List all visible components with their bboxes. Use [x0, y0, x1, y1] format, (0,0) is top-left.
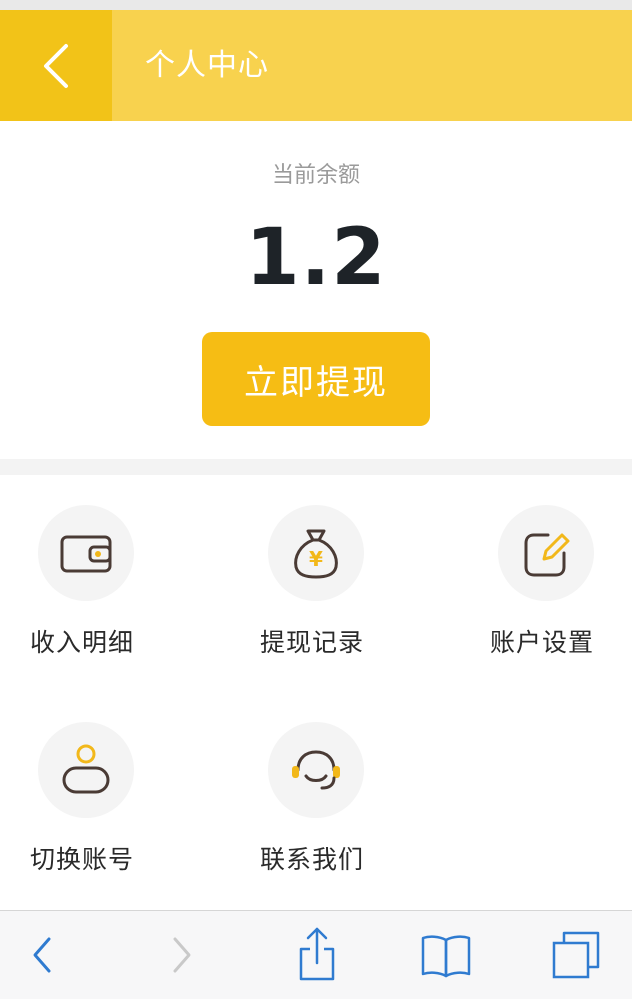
menu-label: 联系我们: [260, 845, 365, 874]
menu-label: 账户设置: [490, 628, 595, 657]
headset-icon: [292, 750, 340, 790]
browser-share-button[interactable]: [292, 911, 342, 999]
menu-label: 收入明细: [30, 628, 135, 657]
back-icon: [33, 937, 51, 973]
section-divider: [0, 459, 632, 475]
tabs-icon: [552, 931, 600, 979]
balance-value: 1.2: [245, 213, 387, 303]
icon-circle: [38, 505, 134, 601]
share-icon: [299, 927, 335, 981]
balance-label: 当前余额: [271, 163, 360, 188]
menu-item-withdraw-records[interactable]: ¥ 提现记录: [220, 505, 420, 665]
header-bar: 个人中心: [0, 10, 632, 121]
page-title: 个人中心: [145, 48, 269, 83]
browser-tabs-button[interactable]: [548, 911, 604, 999]
bookmarks-icon: [421, 935, 471, 978]
money-bag-icon: ¥: [294, 529, 338, 579]
icon-circle: [498, 505, 594, 601]
edit-icon: [524, 533, 570, 577]
forward-icon: [173, 937, 191, 973]
wallet-icon: [60, 535, 112, 573]
balance-card: 当前余额 1.2 立即提现: [0, 121, 632, 459]
browser-back-button[interactable]: [22, 911, 62, 999]
icon-circle: [38, 722, 134, 818]
withdraw-button[interactable]: 立即提现: [202, 332, 430, 426]
user-icon: [62, 744, 110, 794]
chevron-left-icon: [44, 43, 68, 88]
menu-item-account-settings[interactable]: 账户设置: [450, 505, 632, 665]
svg-text:¥: ¥: [309, 547, 323, 571]
browser-forward-button[interactable]: [162, 911, 202, 999]
icon-circle: ¥: [268, 505, 364, 601]
menu-label: 切换账号: [30, 845, 135, 874]
browser-toolbar: [0, 910, 632, 999]
back-button[interactable]: [0, 10, 112, 121]
menu-item-switch-account[interactable]: 切换账号: [0, 722, 200, 882]
menu-label: 提现记录: [260, 628, 365, 657]
menu-item-income-details[interactable]: 收入明细: [0, 505, 200, 665]
menu-item-contact-us[interactable]: 联系我们: [220, 722, 420, 882]
status-strip: [0, 0, 632, 10]
browser-bookmarks-button[interactable]: [418, 911, 474, 999]
icon-circle: [268, 722, 364, 818]
